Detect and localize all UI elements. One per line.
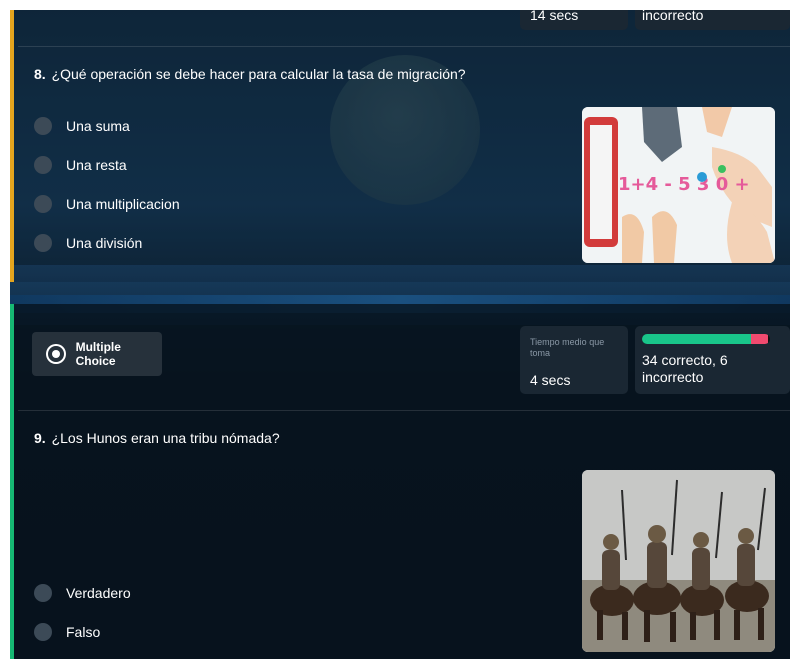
answer-option: Una resta — [34, 156, 127, 174]
math-hands-image: 1+4 - 5 3 0 + — [582, 107, 775, 263]
option-label: Una multiplicacion — [66, 196, 180, 212]
answer-option: Falso — [34, 623, 100, 641]
question-number: 8. — [34, 66, 46, 82]
avg-time-label: Tiempo medio que toma — [530, 337, 605, 358]
question-label: ¿Qué operación se debe hacer para calcul… — [51, 66, 466, 82]
radio-icon — [34, 623, 52, 641]
result-text: incorrecto — [642, 10, 704, 23]
option-label: Una resta — [66, 157, 127, 173]
option-label: Una suma — [66, 118, 130, 134]
correct-bar-fill — [642, 334, 751, 344]
question-image — [582, 470, 775, 652]
avg-time-value: 4 secs — [530, 372, 571, 388]
radio-selected-icon — [46, 344, 66, 364]
answer-option: Verdadero — [34, 584, 131, 602]
results-bar — [642, 334, 770, 344]
divider — [18, 410, 790, 411]
option-label: Verdadero — [66, 585, 131, 601]
question-text: 8. ¿Qué operación se debe hacer para cal… — [34, 66, 466, 82]
quiz-report-view: 14 secs incorrecto 8. ¿Qué operación se … — [10, 10, 790, 659]
avg-time-box: Tiempo medio que toma 4 secs — [520, 326, 628, 394]
question-card-8: 14 secs incorrecto 8. ¿Qué operación se … — [10, 10, 790, 282]
option-label: Una división — [66, 235, 143, 251]
question-label: ¿Los Hunos eran una tribu nómada? — [51, 430, 280, 446]
question-text: 9. ¿Los Hunos eran una tribu nómada? — [34, 430, 280, 446]
avg-time-value: 14 secs — [530, 10, 579, 23]
result-box: 34 correcto, 6 incorrecto — [635, 326, 790, 394]
avg-time-box: 14 secs — [520, 10, 628, 30]
radio-icon — [34, 584, 52, 602]
question-image: 1+4 - 5 3 0 + — [582, 107, 775, 263]
huns-warriors-image — [582, 470, 775, 652]
question-number: 9. — [34, 430, 46, 446]
result-text: 34 correcto, 6 incorrecto — [642, 352, 728, 385]
radio-icon — [34, 195, 52, 213]
incorrect-bar-fill — [750, 334, 769, 344]
divider — [18, 46, 790, 47]
question-type-badge: Multiple Choice — [32, 332, 162, 376]
question-card-9: Multiple Choice Tiempo medio que toma 4 … — [10, 304, 790, 659]
radio-icon — [34, 234, 52, 252]
radio-icon — [34, 156, 52, 174]
option-label: Falso — [66, 624, 101, 640]
result-box: incorrecto — [635, 10, 790, 30]
answer-option: Una división — [34, 234, 142, 252]
math-image-text: 1+4 - 5 3 0 + — [618, 174, 750, 195]
question-type-label: Multiple Choice — [75, 340, 121, 368]
answer-option: Una suma — [34, 117, 130, 135]
answer-option: Una multiplicacion — [34, 195, 180, 213]
radio-icon — [34, 117, 52, 135]
